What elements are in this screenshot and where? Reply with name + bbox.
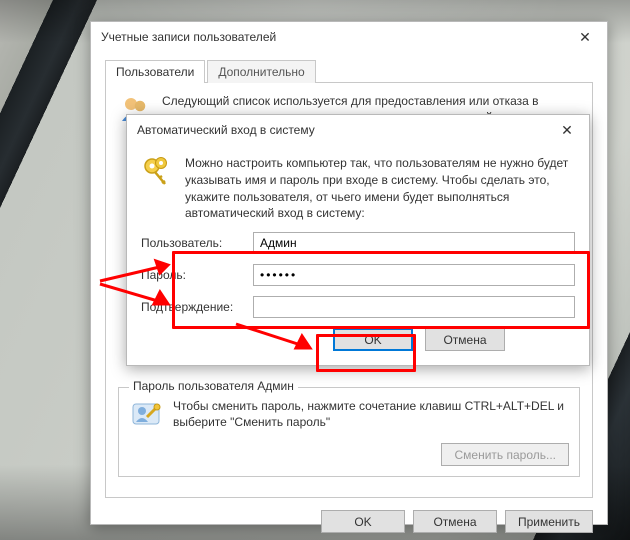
- user-key-icon: [129, 398, 163, 435]
- confirm-label: Подтверждение:: [141, 300, 253, 314]
- parent-ok-button[interactable]: OK: [321, 510, 405, 533]
- child-intro: Можно настроить компьютер так, что польз…: [185, 155, 575, 222]
- user-label: Пользователь:: [141, 236, 253, 250]
- parent-titlebar[interactable]: Учетные записи пользователей ✕: [91, 22, 607, 52]
- child-titlebar[interactable]: Автоматический вход в систему ✕: [127, 115, 589, 145]
- child-ok-button[interactable]: OK: [333, 328, 413, 351]
- user-field[interactable]: [253, 232, 575, 254]
- confirm-field[interactable]: [253, 296, 575, 318]
- tabstrip: Пользователи Дополнительно: [105, 60, 593, 83]
- close-icon[interactable]: ✕: [545, 115, 589, 145]
- change-password-button: Сменить пароль...: [441, 443, 569, 466]
- close-icon[interactable]: ✕: [563, 22, 607, 52]
- group-hint: Чтобы сменить пароль, нажмите сочетание …: [173, 398, 569, 430]
- keys-icon: [141, 155, 175, 222]
- parent-title: Учетные записи пользователей: [101, 30, 276, 44]
- group-legend: Пароль пользователя Админ: [129, 379, 298, 393]
- autologon-dialog: Автоматический вход в систему ✕ Можно на…: [126, 114, 590, 366]
- password-label: Пароль:: [141, 268, 253, 282]
- password-field[interactable]: [253, 264, 575, 286]
- password-group: Пароль пользователя Админ Чтобы смен: [118, 387, 580, 477]
- tab-users[interactable]: Пользователи: [105, 60, 205, 83]
- tab-advanced[interactable]: Дополнительно: [207, 60, 315, 83]
- desktop-background: Учетные записи пользователей ✕ Пользоват…: [0, 0, 630, 540]
- child-title: Автоматический вход в систему: [137, 123, 315, 137]
- parent-cancel-button[interactable]: Отмена: [413, 510, 497, 533]
- child-cancel-button[interactable]: Отмена: [425, 328, 505, 351]
- parent-apply-button[interactable]: Применить: [505, 510, 593, 533]
